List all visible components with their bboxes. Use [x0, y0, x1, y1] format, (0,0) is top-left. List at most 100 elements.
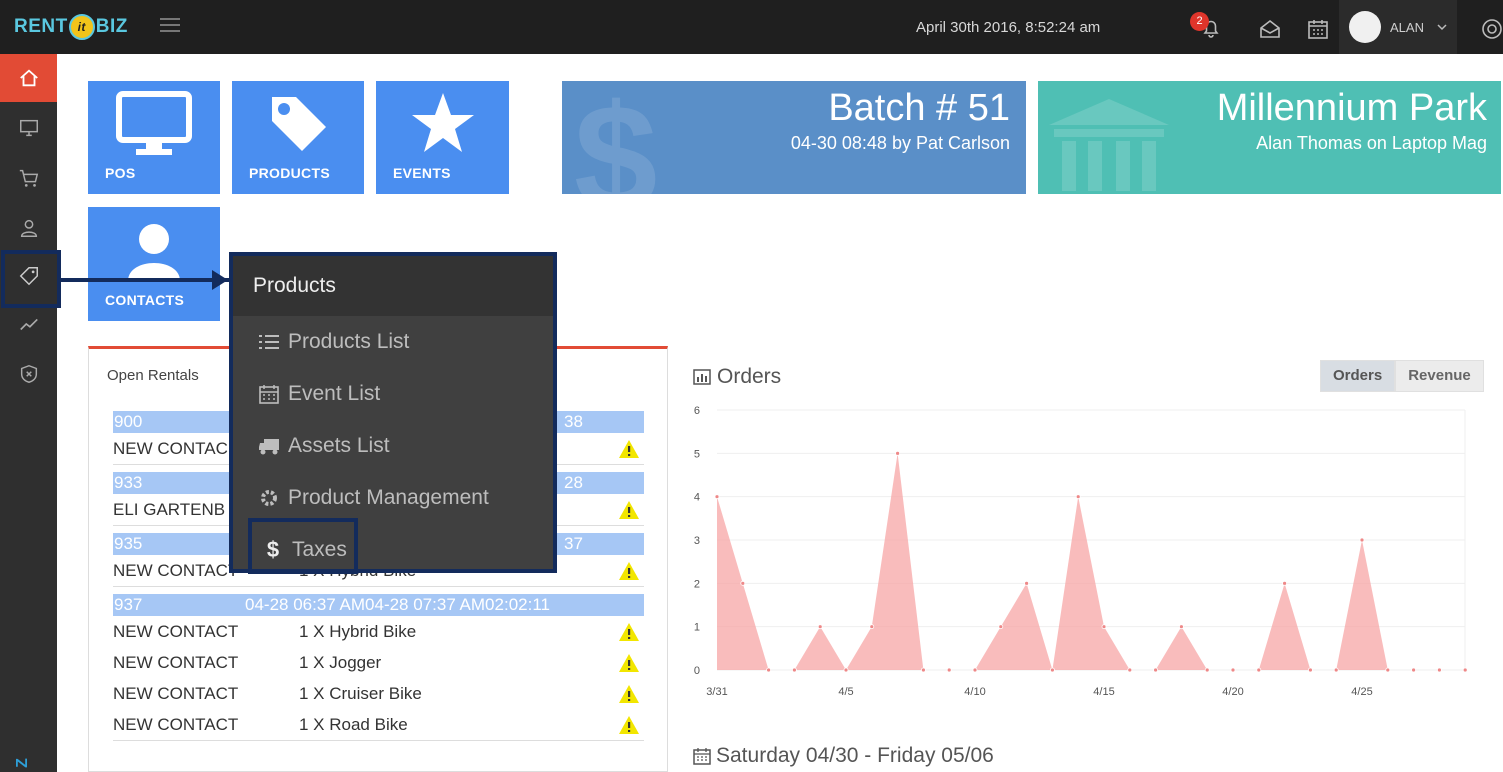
chart-line-icon [19, 318, 38, 331]
tile-products-label: PRODUCTS [249, 165, 330, 181]
data-point[interactable] [1359, 537, 1365, 543]
data-point[interactable] [1127, 667, 1133, 673]
menu-item-event-list[interactable]: Event List [233, 368, 553, 420]
app-logo[interactable]: RENT it BIZ [14, 12, 128, 42]
tile-contacts[interactable]: CONTACTS [88, 207, 220, 321]
batch-panel[interactable]: $ Batch # 51 04-30 08:48 by Pat Carlson [562, 81, 1026, 194]
data-point[interactable] [1437, 667, 1442, 673]
rental-item: 1 X Jogger [299, 652, 382, 672]
sidebar-item-pos[interactable] [0, 104, 57, 152]
top-bar: RENT it BIZ April 30th 2016, 8:52:24 am 2 … [0, 0, 1503, 54]
sidebar-item-security[interactable] [0, 350, 57, 398]
chart-toggle: Orders Revenue [1320, 360, 1484, 392]
data-point[interactable] [1024, 580, 1030, 586]
sidebar-item-home[interactable] [0, 54, 65, 102]
data-point[interactable] [1204, 667, 1210, 673]
rental-row[interactable]: NEW CONTACT 1 X Jogger [113, 647, 644, 678]
chevron-down-icon [1437, 24, 1447, 31]
rental-group[interactable]: 937 04-28 06:37 AM04-28 07:37 AM02:02:11 N… [113, 594, 644, 741]
data-point[interactable] [1049, 667, 1055, 673]
warning-icon [619, 654, 639, 672]
data-point[interactable] [920, 667, 926, 673]
calendar-icon[interactable] [1306, 17, 1330, 41]
orders-toggle-button[interactable]: Orders [1320, 360, 1396, 392]
data-point[interactable] [972, 667, 978, 673]
data-point[interactable] [766, 667, 771, 673]
rental-row[interactable]: NEW CONTACT 1 X Hybrid Bike [113, 616, 644, 647]
rental-id: 900 [114, 412, 143, 431]
sidebar-item-cart[interactable] [0, 154, 57, 202]
inbox-icon[interactable] [1258, 17, 1282, 41]
logo-text-mid: it [68, 14, 95, 40]
notification-badge: 2 [1190, 12, 1209, 31]
menu-item-product-management[interactable]: Product Management [233, 472, 553, 524]
y-tick-label: 6 [694, 405, 700, 417]
data-point[interactable] [1178, 624, 1184, 630]
rental-contact: NEW CONTACT [113, 652, 239, 672]
taxes-highlight-box [248, 518, 358, 574]
data-point[interactable] [1230, 667, 1236, 673]
data-point[interactable] [1101, 624, 1107, 630]
sidebar-item-contacts[interactable] [0, 204, 57, 252]
callout-arrowhead [212, 270, 228, 290]
rental-row[interactable]: NEW CONTACT 1 X Cruiser Bike [113, 678, 644, 709]
callout-connector [61, 278, 229, 282]
location-title: Millennium Park [1216, 87, 1487, 129]
data-point[interactable] [792, 667, 797, 673]
support-icon[interactable] [1480, 17, 1503, 41]
x-tick-label: 4/10 [964, 686, 985, 698]
data-point[interactable] [714, 494, 720, 500]
data-point[interactable] [1153, 667, 1159, 673]
batch-subtitle: 04-30 08:48 by Pat Carlson [790, 133, 1010, 153]
data-point[interactable] [869, 624, 875, 630]
calendar-icon [693, 748, 711, 765]
data-point[interactable] [946, 667, 952, 673]
rental-times: 28 [564, 473, 583, 492]
y-tick-label: 1 [694, 622, 700, 634]
bar-chart-icon [693, 369, 711, 385]
data-point[interactable] [1462, 667, 1468, 673]
warning-icon [619, 685, 639, 703]
user-menu[interactable]: ALAN [1339, 0, 1457, 54]
tile-pos[interactable]: POS [88, 81, 220, 194]
rental-item: 1 X Cruiser Bike [299, 683, 422, 703]
data-point[interactable] [1411, 667, 1416, 673]
contacts-icon [20, 219, 37, 237]
tile-events[interactable]: EVENTS [376, 81, 509, 194]
data-point[interactable] [895, 450, 901, 456]
rental-item: 1 X Road Bike [299, 714, 408, 734]
batch-title: Batch # 51 [828, 87, 1010, 129]
rental-contact: NEW CONTACT [113, 683, 239, 703]
menu-item-assets-list[interactable]: Assets List [233, 420, 553, 472]
x-tick-label: 4/15 [1093, 686, 1114, 698]
menu-icon[interactable] [160, 18, 180, 34]
rental-group-header[interactable]: 937 04-28 06:37 AM04-28 07:37 AM02:02:11 [113, 594, 644, 616]
menu-item-products-list[interactable]: Products List [233, 316, 553, 368]
user-name: ALAN [1390, 20, 1424, 35]
orders-area-series [717, 453, 1466, 670]
rental-row[interactable]: NEW CONTACT 1 X Road Bike [113, 709, 644, 740]
data-point[interactable] [1256, 667, 1262, 673]
orders-title-text: Orders [717, 365, 782, 388]
tile-products[interactable]: PRODUCTS [232, 81, 364, 194]
data-point[interactable] [843, 667, 849, 673]
data-point[interactable] [998, 624, 1004, 630]
tile-contacts-label: CONTACTS [105, 292, 185, 308]
revenue-toggle-button[interactable]: Revenue [1395, 360, 1484, 392]
rental-contact: NEW CONTACT [113, 714, 239, 734]
data-point[interactable] [1333, 667, 1339, 673]
data-point[interactable] [1075, 494, 1081, 500]
shield-icon [20, 364, 37, 384]
logo-text-right: BIZ [95, 16, 128, 37]
rental-times: 04-28 06:37 AM04-28 07:37 AM02:02:11 [245, 595, 550, 614]
data-point[interactable] [1385, 667, 1391, 673]
data-point[interactable] [740, 580, 746, 586]
home-icon [19, 69, 38, 87]
rental-times: 38 [564, 412, 583, 431]
data-point[interactable] [817, 624, 823, 630]
location-panel[interactable]: Millennium Park Alan Thomas on Laptop Ma… [1038, 81, 1501, 194]
y-tick-label: 3 [694, 535, 700, 547]
data-point[interactable] [1308, 667, 1313, 673]
user-icon [128, 224, 180, 281]
data-point[interactable] [1282, 580, 1287, 586]
